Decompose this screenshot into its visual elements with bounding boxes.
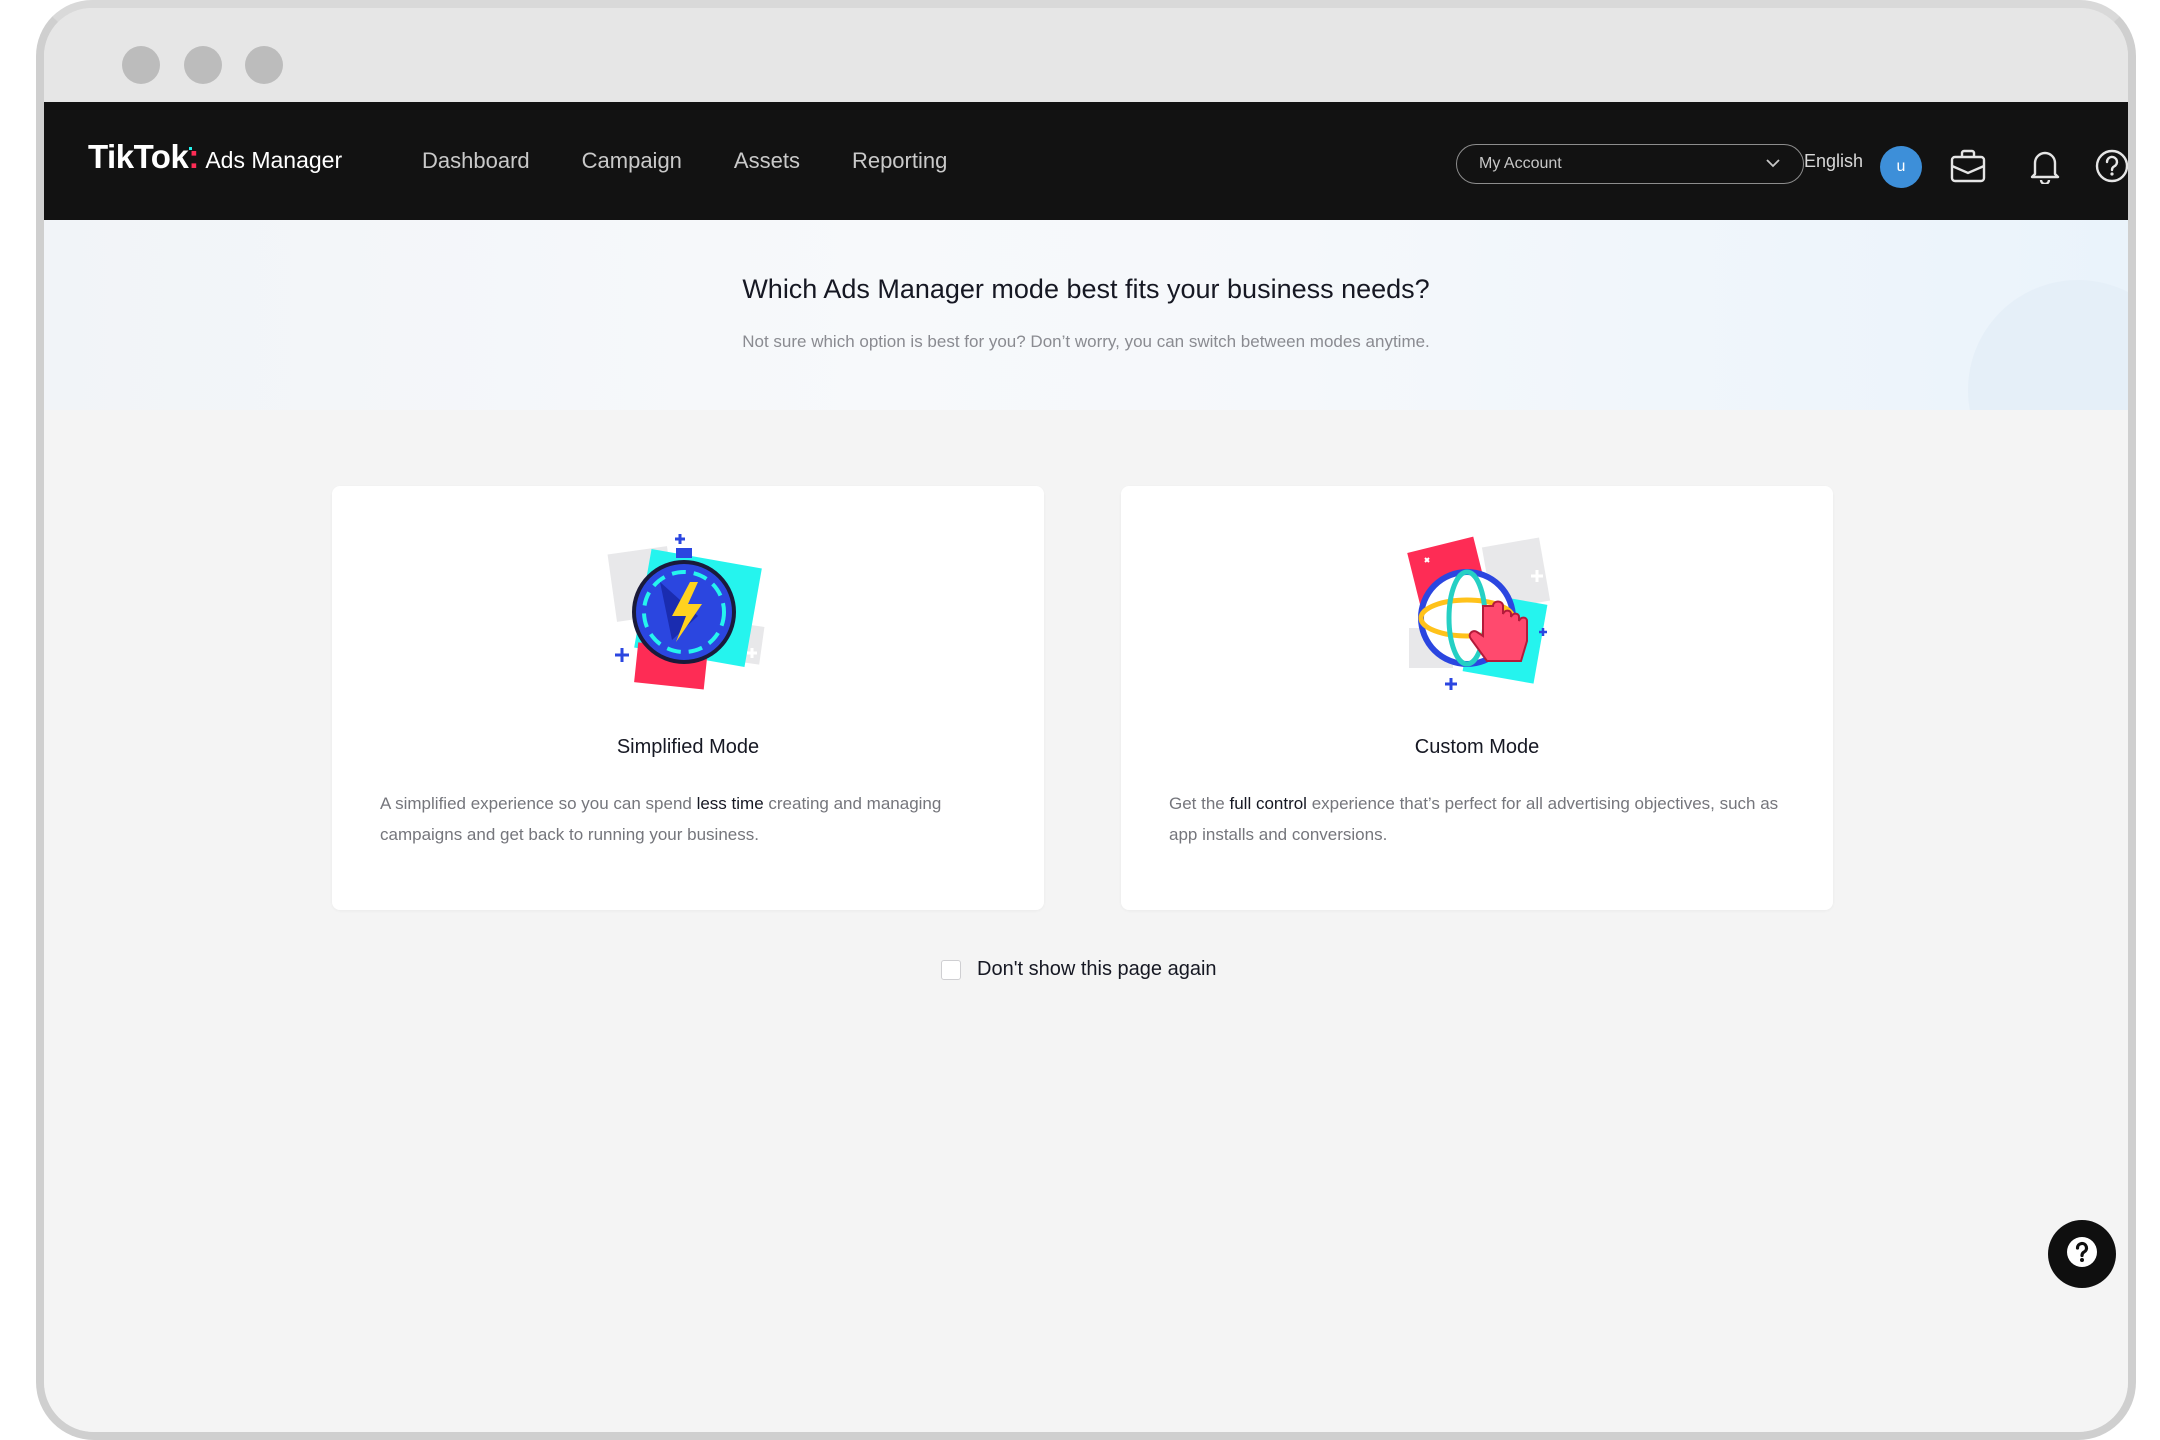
avatar[interactable]: u [1880,146,1922,188]
logo-brand: TikTok [88,138,189,175]
description-emphasis: less time [696,794,764,813]
mode-selection-hero: Which Ads Manager mode best fits your bu… [44,220,2128,500]
avatar-initial: u [1896,158,1906,175]
stopwatch-lightning-icon [602,528,774,700]
description-text: A simplified experience so you can spend [380,794,697,813]
logo-product: Ads Manager [205,147,343,173]
account-select-value: My Account [1479,155,1562,172]
nav-link-campaign[interactable]: Campaign [582,148,682,174]
main-content: Simplified Mode A simplified experience … [44,410,2128,1432]
bell-icon[interactable] [2023,144,2067,188]
logo-colon: : [188,138,200,175]
chevron-down-icon [1765,155,1781,173]
simplified-mode-title: Simplified Mode [616,736,760,758]
nav-link-reporting[interactable]: Reporting [852,148,947,174]
window-minimize-dot[interactable] [184,46,222,84]
window-titlebar [44,8,2128,102]
top-navbar: TikTok : Ads Manager Dashboard Campaign … [44,102,2128,220]
window-close-dot[interactable] [122,46,160,84]
simplified-mode-card[interactable]: Simplified Mode A simplified experience … [332,486,1044,910]
page-subtitle: Not sure which option is best for you? D… [742,332,1430,351]
dont-show-again-label: Don't show this page again [977,958,1217,980]
window-maximize-dot[interactable] [245,46,283,84]
tiktok-ads-manager-logo[interactable]: TikTok : Ads Manager [88,138,342,176]
dont-show-again-checkbox[interactable] [941,959,961,980]
custom-mode-title: Custom Mode [1414,736,1540,758]
globe-pointer-icon [1391,528,1563,700]
page-title: Which Ads Manager mode best fits your bu… [742,274,1430,304]
account-select[interactable]: My Account [1456,144,1804,184]
question-icon [2065,1235,2099,1274]
help-fab-button[interactable] [2048,1220,2116,1288]
language-selector[interactable]: English [1804,102,1863,220]
custom-mode-card[interactable]: Custom Mode Get the full control experie… [1121,486,1833,910]
browser-window: TikTok : Ads Manager Dashboard Campaign … [36,0,2136,1440]
nav-link-assets[interactable]: Assets [734,148,800,174]
help-circle-icon[interactable] [2090,144,2128,188]
description-emphasis: full control [1229,794,1307,813]
nav-link-dashboard[interactable]: Dashboard [422,148,530,174]
custom-mode-description: Get the full control experience that’s p… [1169,788,1785,850]
description-text: Get the [1169,794,1230,813]
simplified-mode-description: A simplified experience so you can spend… [380,788,996,850]
briefcase-icon[interactable] [1946,144,1990,188]
dont-show-again-option[interactable]: Don't show this page again [941,958,1217,981]
primary-nav: Dashboard Campaign Assets Reporting [422,102,947,220]
